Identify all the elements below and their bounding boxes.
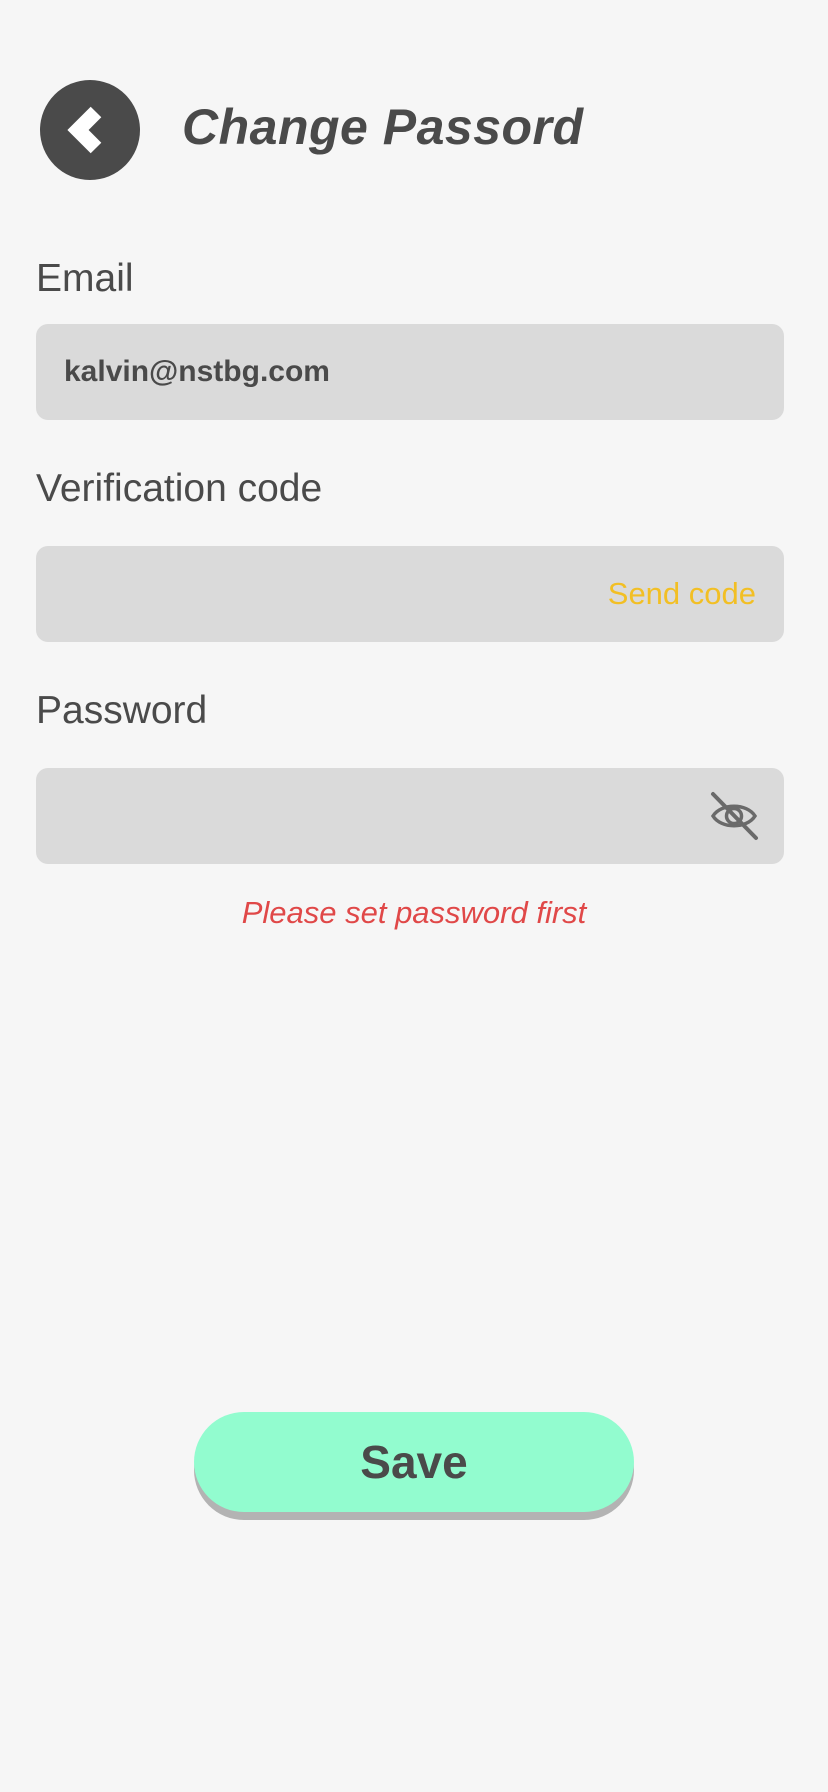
send-code-button[interactable]: Send code	[608, 576, 756, 612]
email-field[interactable]	[36, 324, 784, 420]
password-error-message: Please set password first	[241, 895, 587, 930]
email-field-container	[36, 324, 784, 420]
chevron-left-icon	[60, 100, 120, 160]
password-label: Password	[36, 689, 208, 732]
email-label: Email	[36, 257, 134, 300]
eye-off-icon[interactable]	[708, 790, 760, 842]
page-title: Change Passord	[182, 99, 584, 155]
back-button[interactable]	[40, 80, 140, 180]
save-button[interactable]: Save	[194, 1412, 634, 1512]
verification-code-container: Send code	[36, 546, 784, 642]
password-field[interactable]	[36, 768, 784, 864]
verification-code-label: Verification code	[36, 467, 323, 510]
password-field-container	[36, 768, 784, 864]
